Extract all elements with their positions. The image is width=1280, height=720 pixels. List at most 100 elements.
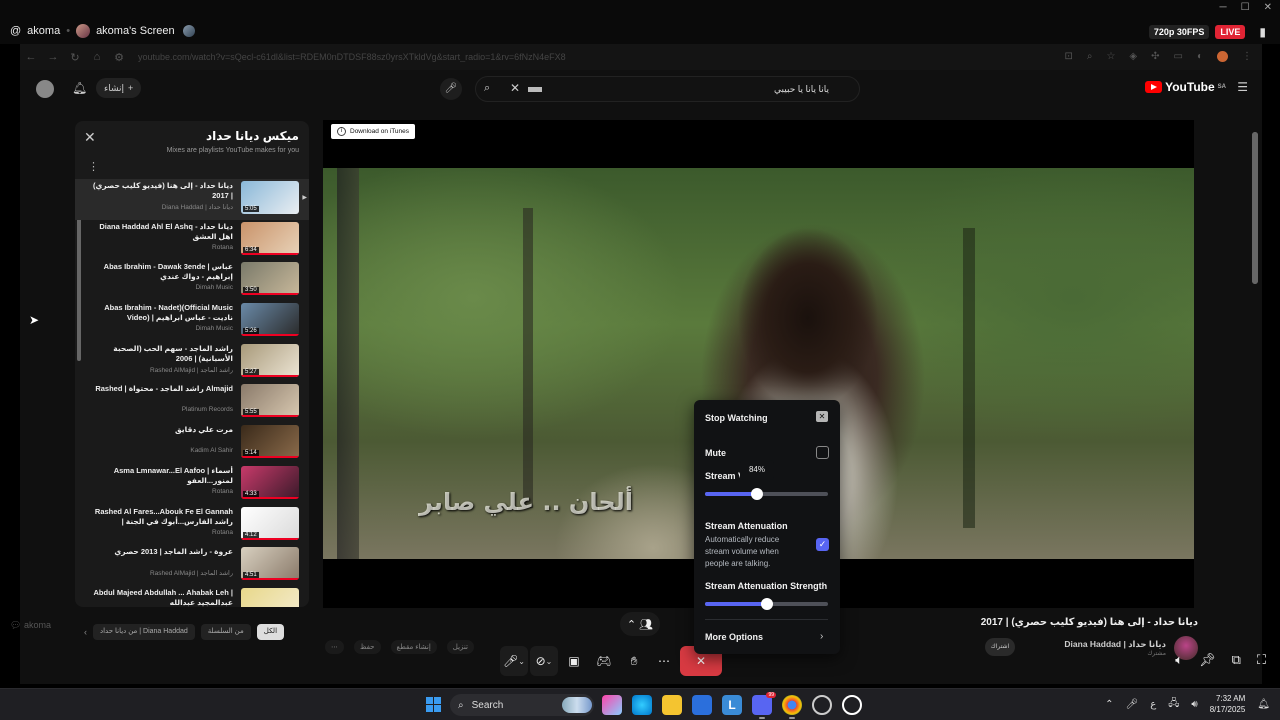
attenuation-strength-slider[interactable] bbox=[705, 598, 828, 610]
playlist-item[interactable]: 3:50 Abas Ibrahim - Dawak 3ende | عباس إب… bbox=[85, 260, 299, 301]
playlist-item-title[interactable]: راشد الماجد - سهم الحب (الصحبة الأسبانية… bbox=[93, 344, 233, 364]
slider-handle[interactable] bbox=[760, 598, 773, 610]
menu-icon[interactable]: ⋮ bbox=[1242, 51, 1252, 62]
attenuation-checkbox[interactable]: ✓ bbox=[816, 538, 829, 551]
stream-volume-slider[interactable] bbox=[705, 488, 828, 500]
popout-icon[interactable]: ⧉ bbox=[1232, 652, 1241, 668]
playlist-item-title[interactable]: Rashed Al Fares...Abouk Fe El Gannah | ر… bbox=[93, 507, 233, 527]
tray-chevron-up-icon[interactable]: ⌃ bbox=[1105, 699, 1113, 710]
playlist-item[interactable]: 5:27 راشد الماجد - سهم الحب (الصحبة الأسب… bbox=[85, 342, 299, 383]
search-box[interactable]: ⌕ ✕ يانا يانا يا حبيبي bbox=[475, 76, 860, 102]
puzzle-icon[interactable]: ✣ bbox=[1151, 51, 1159, 62]
hamburger-menu-icon[interactable]: ☰ bbox=[1237, 80, 1248, 94]
notifications-bell-icon[interactable]: 🔔︎ bbox=[72, 81, 87, 95]
chip-all[interactable]: الكل bbox=[256, 624, 285, 640]
discord-icon[interactable]: 99 bbox=[752, 692, 776, 719]
windows-start-icon[interactable] bbox=[426, 697, 441, 712]
maximize-icon[interactable]: ☐ bbox=[1241, 2, 1250, 13]
network-icon[interactable]: 🖧︎ bbox=[1168, 696, 1179, 713]
account-avatar[interactable] bbox=[36, 80, 54, 98]
mute-checkbox[interactable] bbox=[816, 446, 829, 459]
video-thumbnail[interactable]: 4:12 bbox=[241, 506, 299, 540]
playlist-item[interactable]: 5:23 Abdul Majeed Abdullah ... Ahabak Leh… bbox=[85, 586, 299, 607]
right-scrollbar[interactable] bbox=[1252, 132, 1258, 284]
profile-icon[interactable]: ◐ bbox=[1197, 51, 1203, 62]
microphone-button[interactable]: 🎤︎ ⌄ bbox=[500, 646, 528, 676]
video-thumbnail[interactable]: 4:33 bbox=[241, 465, 299, 499]
subscribe-button[interactable]: اشتراك bbox=[985, 638, 1015, 656]
voice-search-mic-icon[interactable]: 🎤︎ bbox=[440, 78, 462, 100]
playlist-item[interactable]: 4:33 Asma Lmnawar...El Aafoo | أسماء لمنو… bbox=[85, 464, 299, 505]
video-thumbnail[interactable]: 5:05 bbox=[241, 181, 299, 214]
playlist-item[interactable]: 5:26 Abas Ibrahim - Nadet)(Official Music… bbox=[85, 301, 299, 342]
save-button[interactable]: حفظ bbox=[354, 640, 381, 654]
create-button[interactable]: إنشاء + bbox=[96, 78, 142, 98]
viewer-avatar[interactable] bbox=[182, 25, 195, 37]
playlist-item-title[interactable]: Asma Lmnawar...El Aafoo | أسماء لمنور...… bbox=[93, 466, 233, 486]
obs-icon[interactable] bbox=[842, 695, 862, 715]
playlist-item[interactable]: 6:34 Diana Haddad Ahl El Ashq ديانا حداد … bbox=[85, 220, 299, 261]
url-field[interactable]: youtube.com/watch?v=sQecl-c61dl&list=RDE… bbox=[138, 52, 1018, 62]
extension-icon[interactable]: ◈ bbox=[1129, 51, 1137, 62]
fullscreen-icon[interactable]: ⛶ bbox=[1257, 652, 1266, 668]
playlist-item[interactable]: 4:51 عروة - راشد الماجد | 2013 حصري Rashed… bbox=[85, 545, 299, 586]
playlist-item-title[interactable]: مرت علي دقايق bbox=[93, 425, 233, 435]
slider-handle[interactable] bbox=[750, 488, 763, 500]
camera-button[interactable]: ⊘ ⌄ bbox=[530, 646, 558, 676]
clear-search-icon[interactable]: ✕ bbox=[510, 81, 520, 95]
volume-icon[interactable]: 🔈︎ bbox=[1175, 652, 1183, 668]
video-thumbnail[interactable]: 5:55 bbox=[241, 384, 299, 418]
video-thumbnail[interactable]: 4:51 bbox=[241, 547, 299, 581]
close-playlist-icon[interactable]: ✕ bbox=[84, 129, 96, 146]
edge-icon[interactable] bbox=[632, 695, 652, 715]
steam-icon[interactable] bbox=[812, 695, 832, 715]
bookmark-icon[interactable]: ▮ bbox=[1259, 25, 1266, 39]
stream-user[interactable]: akoma bbox=[27, 25, 60, 37]
playlist-more-icon[interactable]: ⋮ bbox=[88, 160, 99, 173]
playlist-item[interactable]: 5:55 Rashed | راشد الماجد - محتواة Almaji… bbox=[85, 382, 299, 423]
speaker-icon[interactable]: 🔊︎ bbox=[1191, 699, 1197, 710]
channel-name[interactable]: Diana Haddad | ديانا حداد bbox=[1064, 639, 1166, 650]
playlist-item-title[interactable]: Diana Haddad Ahl El Ashq ديانا حداد - اه… bbox=[93, 222, 233, 242]
youtube-logo[interactable]: YouTube SA bbox=[1145, 80, 1226, 94]
video-thumbnail[interactable]: 5:26 bbox=[241, 303, 299, 337]
home-icon[interactable]: ⌂ bbox=[86, 51, 108, 63]
clock[interactable]: 7:32 AM 8/17/2025 bbox=[1210, 693, 1246, 715]
chevron-down-icon[interactable]: ⌄ bbox=[546, 657, 553, 666]
minimize-icon[interactable]: ─ bbox=[1220, 2, 1227, 13]
share-screen-icon[interactable]: ▣ bbox=[560, 646, 588, 676]
playlist-item-title[interactable]: Abas Ibrahim - Dawak 3ende | عباس إبراهي… bbox=[93, 262, 233, 282]
chevron-down-icon[interactable]: ⌄ bbox=[518, 657, 525, 666]
chrome-icon[interactable] bbox=[782, 695, 802, 719]
notifications-bell-icon[interactable]: 🔔︎ bbox=[1257, 699, 1270, 710]
forward-icon[interactable]: → bbox=[42, 51, 64, 63]
activity-gamepad-icon[interactable]: 🎮︎ bbox=[590, 646, 618, 676]
playlist-item-title[interactable]: Rashed | راشد الماجد - محتواة Almajid bbox=[93, 384, 233, 394]
itunes-card[interactable]: i Download on iTunes bbox=[331, 124, 416, 139]
playlist-item-title[interactable]: عروة - راشد الماجد | 2013 حصري bbox=[93, 547, 233, 557]
chip-series[interactable]: من السلسلة bbox=[200, 624, 251, 640]
chips-prev-icon[interactable]: ‹ bbox=[84, 627, 87, 637]
pin-icon[interactable]: 📌︎ bbox=[1199, 652, 1216, 668]
video-thumbnail[interactable]: 3:50 bbox=[241, 262, 299, 296]
search-icon[interactable]: ⌕ bbox=[484, 82, 490, 95]
playlist-item-title[interactable]: Abas Ibrahim - Nadet)(Official Music Vid… bbox=[93, 303, 233, 323]
search-input[interactable]: يانا يانا يا حبيبي bbox=[774, 84, 829, 95]
language-indicator[interactable]: ع bbox=[1150, 699, 1156, 710]
download-button[interactable]: تنزيل bbox=[446, 640, 474, 654]
playlist-item[interactable]: 5:14 مرت علي دقايق Kadim Al Sahir bbox=[85, 423, 299, 464]
profile-avatar[interactable] bbox=[1217, 51, 1228, 62]
star-icon[interactable]: ☆ bbox=[1106, 51, 1115, 62]
reload-icon[interactable]: ↻ bbox=[64, 51, 86, 64]
install-icon[interactable]: ⊡ bbox=[1064, 51, 1072, 62]
stop-watching-icon[interactable]: ✕ bbox=[816, 411, 828, 422]
playlist-item[interactable]: 5:05 ديانا حداد - إلى هنا (فيديو كليب حصر… bbox=[75, 179, 309, 220]
file-explorer-icon[interactable] bbox=[662, 695, 682, 715]
stop-watching-item[interactable]: Stop Watching bbox=[705, 413, 768, 423]
soundboard-icon[interactable]: ✋︎ bbox=[620, 646, 648, 676]
video-thumbnail[interactable]: 5:14 bbox=[241, 425, 299, 459]
chip-channel[interactable]: من ديانا حداد | Diana Haddad bbox=[93, 624, 195, 640]
tray-mic-icon[interactable]: 🎤︎ bbox=[1126, 699, 1139, 710]
back-icon[interactable]: ← bbox=[20, 51, 42, 63]
taskbar-search[interactable]: ⌕ Search bbox=[450, 694, 594, 716]
